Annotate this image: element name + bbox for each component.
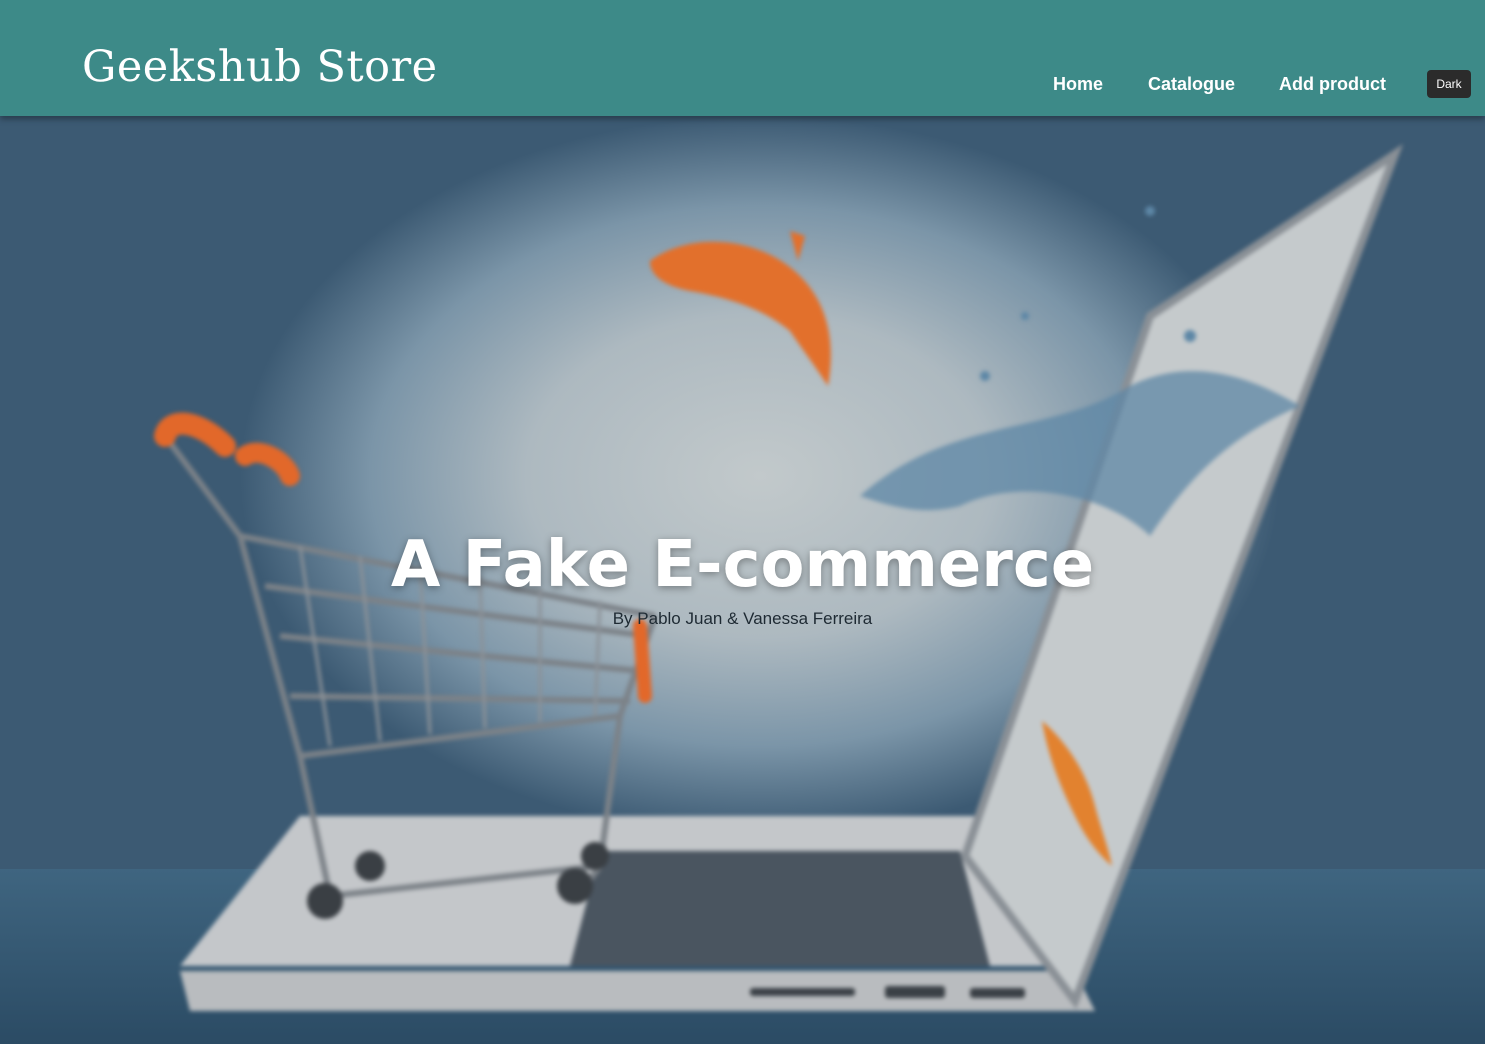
nav-catalogue-link[interactable]: Catalogue (1148, 74, 1235, 95)
hero-title: A Fake E-commerce (390, 528, 1095, 602)
dark-mode-toggle-button[interactable]: Dark (1427, 70, 1471, 98)
nav-home-link[interactable]: Home (1053, 74, 1103, 95)
site-header: Geekshub Store Home Catalogue Add produc… (0, 0, 1485, 116)
brand-logo[interactable]: Geekshub Store (82, 42, 438, 92)
nav-add-product-link[interactable]: Add product (1279, 74, 1386, 95)
hero-banner: A Fake E-commerce By Pablo Juan & Vaness… (0, 116, 1485, 1044)
hero-subtitle: By Pablo Juan & Vanessa Ferreira (612, 609, 873, 628)
